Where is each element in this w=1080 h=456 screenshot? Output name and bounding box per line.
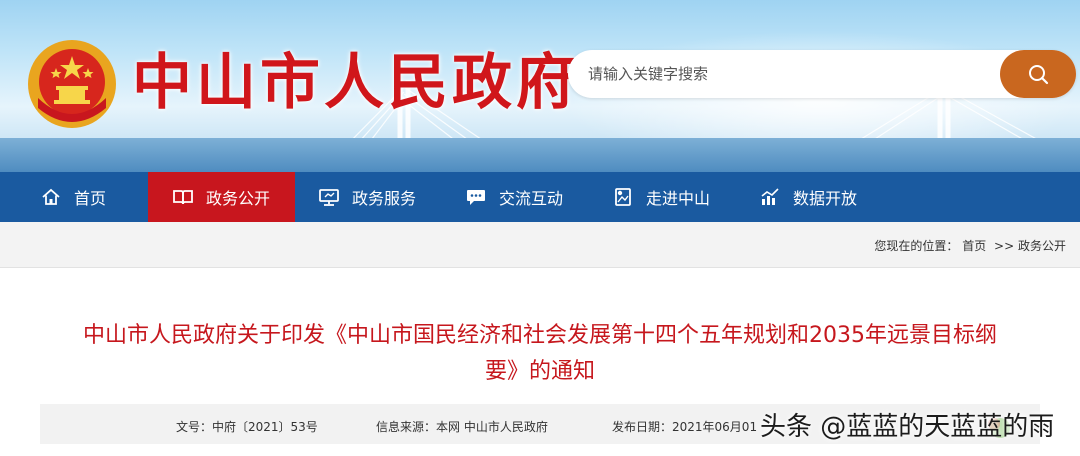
nav-item-open-data[interactable]: 数据开放 <box>759 172 857 222</box>
home-icon <box>40 186 62 208</box>
nav-item-home[interactable]: 首页 <box>40 172 106 222</box>
nav-item-label: 政务服务 <box>352 189 417 208</box>
photo-icon <box>612 186 634 208</box>
book-icon <box>172 186 194 208</box>
document-number: 文号：中府〔2021〕53号 <box>176 420 318 434</box>
search-box <box>568 50 1076 98</box>
search-icon <box>1029 65 1049 85</box>
article-title: 中山市人民政府关于印发《中山市国民经济和社会发展第十四个五年规划和2035年远景… <box>40 318 1040 390</box>
bar-chart-icon <box>759 186 781 208</box>
nav-item-interaction[interactable]: 交流互动 <box>465 172 563 222</box>
nav-item-gov-affairs[interactable]: 政务公开 <box>148 172 295 222</box>
sea-band <box>0 138 1080 172</box>
breadcrumb-home-link[interactable]: 首页 <box>962 239 986 253</box>
nav-item-label: 走进中山 <box>646 189 711 208</box>
breadcrumb-separator: >> <box>994 239 1015 253</box>
nav-item-label: 首页 <box>74 189 107 208</box>
breadcrumb-bar: 您现在的位置： 首页 >> 政务公开 <box>0 222 1080 268</box>
monitor-icon <box>318 186 340 208</box>
watermark-text: 头条 @蓝蓝的天蓝蓝的雨 <box>760 412 1055 442</box>
info-source: 信息来源：本网 中山市人民政府 <box>376 420 548 434</box>
main-nav: 首页 政务公开 政务服务 交流互动 走进中山 数据开放 <box>0 172 1080 222</box>
nav-item-label: 政务公开 <box>206 189 271 208</box>
nav-item-about-zhongshan[interactable]: 走进中山 <box>612 172 710 222</box>
search-input[interactable] <box>588 58 988 90</box>
nav-item-label: 数据开放 <box>793 189 858 208</box>
national-emblem-icon <box>28 40 116 128</box>
search-button[interactable] <box>1000 50 1076 98</box>
chat-icon <box>465 186 487 208</box>
article-title-line-2: 要》的通知 <box>484 359 595 384</box>
breadcrumb-current-link[interactable]: 政务公开 <box>1018 239 1066 253</box>
nav-item-label: 交流互动 <box>499 189 564 208</box>
site-title[interactable]: 中山市人民政府 <box>132 34 580 121</box>
nav-item-gov-services[interactable]: 政务服务 <box>318 172 416 222</box>
article-title-line-1: 中山市人民政府关于印发《中山市国民经济和社会发展第十四个五年规划和2035年远景… <box>83 323 997 348</box>
publish-date: 发布日期：2021年06月01 <box>612 420 758 434</box>
site-header: 中山市人民政府 <box>0 0 1080 172</box>
breadcrumb: 您现在的位置： 首页 >> 政务公开 <box>874 237 1066 254</box>
breadcrumb-prefix: 您现在的位置： <box>874 239 959 253</box>
